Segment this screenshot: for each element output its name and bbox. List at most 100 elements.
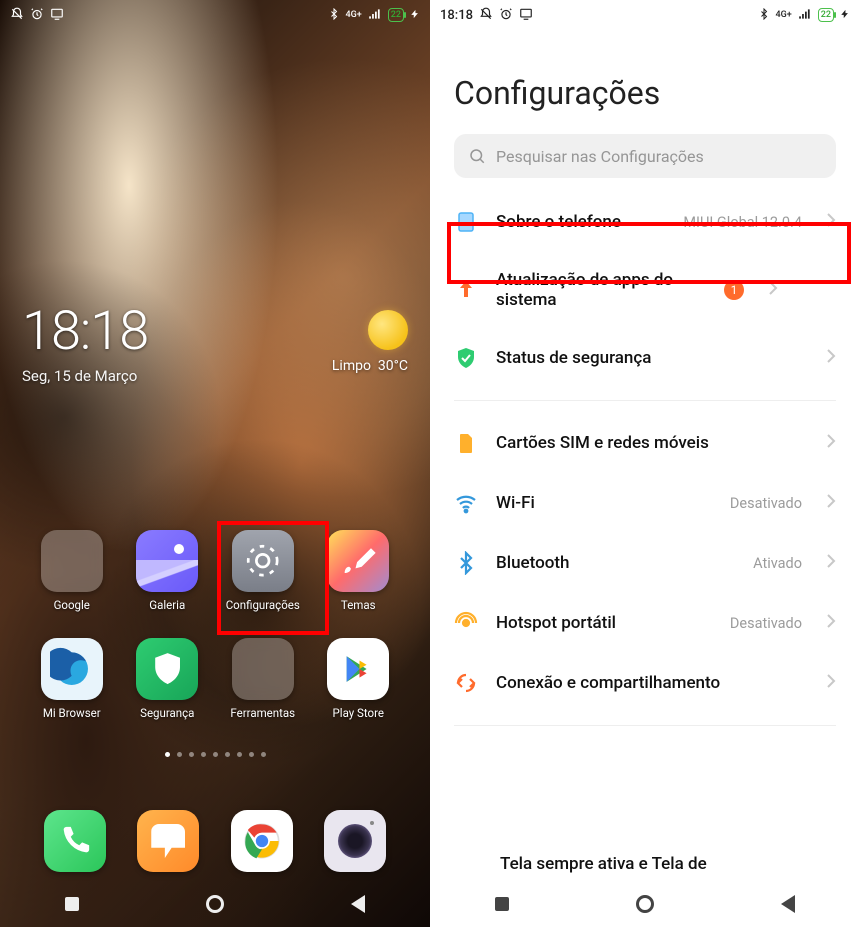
chevron-right-icon: [826, 553, 836, 573]
row-security-status[interactable]: Status de segurança: [440, 328, 850, 388]
page-indicator: [0, 752, 430, 757]
clock-widget[interactable]: 18:18 Seg, 15 de Março: [22, 300, 148, 385]
row-label: Cartões SIM e redes móveis: [496, 433, 802, 453]
nav-back[interactable]: [777, 893, 799, 915]
app-mi-browser[interactable]: Mi Browser: [28, 638, 116, 720]
settings-screen: 18:18 4G+ 22 Configuraçõ: [430, 0, 860, 927]
weather-widget[interactable]: Limpo 30°C: [332, 310, 408, 374]
app-themes[interactable]: Temas: [315, 530, 403, 612]
nav-bar: [430, 881, 860, 927]
cast-icon: [519, 7, 533, 24]
row-hotspot[interactable]: Hotspot portátil Desativado: [440, 593, 850, 653]
battery-icon: 22: [818, 8, 834, 22]
arrow-up-icon: [454, 278, 478, 302]
search-icon: [468, 147, 486, 165]
app-label: Ferramentas: [230, 706, 295, 720]
app-label: Galeria: [149, 598, 185, 612]
status-time: 18:18: [440, 8, 473, 23]
row-about-phone[interactable]: Sobre o telefone MIUI Global 12.0.4: [440, 192, 850, 252]
bluetooth-icon: [328, 8, 340, 23]
app-label: Temas: [341, 598, 376, 612]
wallpaper: [0, 0, 430, 927]
brush-icon: [327, 530, 389, 592]
wifi-icon: [454, 491, 478, 515]
app-settings[interactable]: Configurações: [219, 530, 307, 612]
chevron-right-icon: [826, 493, 836, 513]
shield-icon: [136, 638, 198, 700]
alarm-icon: [499, 7, 513, 24]
gallery-icon: [136, 530, 198, 592]
app-gallery[interactable]: Galeria: [124, 530, 212, 612]
chevron-right-icon: [826, 433, 836, 453]
settings-body[interactable]: Configurações Pesquisar nas Configuraçõe…: [430, 28, 860, 881]
chevron-right-icon: [826, 673, 836, 693]
row-label: Sobre o telefone: [496, 212, 665, 232]
row-label: Conexão e compartilhamento: [496, 673, 802, 693]
chevron-right-icon: [826, 348, 836, 368]
nav-home[interactable]: [634, 893, 656, 915]
app-label: Google: [54, 598, 90, 612]
status-bar: 4G+ 22: [0, 0, 430, 26]
clock-date: Seg, 15 de Março: [22, 367, 148, 385]
charging-icon: [410, 8, 420, 22]
bluetooth-icon: [758, 8, 770, 23]
row-value: MIUI Global 12.0.4: [683, 214, 802, 231]
nav-recents[interactable]: [61, 893, 83, 915]
app-play-store[interactable]: Play Store: [315, 638, 403, 720]
app-label: Configurações: [226, 598, 300, 612]
app-label: Play Store: [333, 706, 384, 720]
page-title: Configurações: [440, 28, 850, 130]
weather-temp: 30°C: [378, 358, 408, 374]
nav-bar: [0, 881, 430, 927]
alarm-icon: [30, 7, 44, 24]
dnd-icon: [479, 7, 493, 24]
gear-icon: [232, 530, 294, 592]
row-always-on-display-partial[interactable]: Tela sempre ativa e Tela de: [430, 847, 860, 881]
status-bar: 18:18 4G+ 22: [430, 0, 860, 26]
clock-time: 18:18: [22, 300, 148, 363]
phone-app-icon[interactable]: [44, 810, 106, 872]
row-label: Wi-Fi: [496, 493, 712, 513]
row-sim[interactable]: Cartões SIM e redes móveis: [440, 413, 850, 473]
search-input[interactable]: Pesquisar nas Configurações: [454, 134, 836, 178]
row-wifi[interactable]: Wi-Fi Desativado: [440, 473, 850, 533]
sun-icon: [368, 310, 408, 350]
row-label: Tela sempre ativa e Tela de: [500, 854, 707, 874]
folder-icon: [232, 638, 294, 700]
divider: [454, 725, 836, 726]
divider: [454, 400, 836, 401]
nav-home[interactable]: [204, 893, 226, 915]
app-tools-folder[interactable]: Ferramentas: [219, 638, 307, 720]
share-icon: [454, 671, 478, 695]
signal-icon: [368, 7, 382, 24]
shield-check-icon: [454, 346, 478, 370]
chrome-app-icon[interactable]: [231, 810, 293, 872]
play-store-icon: [327, 638, 389, 700]
app-security[interactable]: Segurança: [124, 638, 212, 720]
nav-back[interactable]: [347, 893, 369, 915]
signal-icon: [798, 7, 812, 24]
app-label: Segurança: [140, 706, 194, 720]
chevron-right-icon: [768, 280, 778, 300]
app-google-folder[interactable]: Google: [28, 530, 116, 612]
browser-icon: [41, 638, 103, 700]
app-grid: Google Galeria Configurações Temas Mi Br…: [0, 530, 430, 720]
weather-condition: Limpo: [332, 358, 371, 374]
dnd-icon: [10, 7, 24, 24]
hotspot-icon: [454, 611, 478, 635]
app-label: Mi Browser: [43, 706, 101, 720]
row-system-apps-update[interactable]: Atualização de apps do sistema 1: [440, 252, 850, 328]
row-connection-sharing[interactable]: Conexão e compartilhamento: [440, 653, 850, 713]
row-label: Hotspot portátil: [496, 613, 712, 633]
folder-icon: [41, 530, 103, 592]
row-value: Desativado: [730, 495, 802, 512]
camera-app-icon[interactable]: [324, 810, 386, 872]
row-bluetooth[interactable]: Bluetooth Ativado: [440, 533, 850, 593]
bluetooth-icon: [454, 551, 478, 575]
row-label: Atualização de apps do sistema: [496, 270, 706, 310]
messages-app-icon[interactable]: [137, 810, 199, 872]
phone-square-icon: [454, 210, 478, 234]
nav-recents[interactable]: [491, 893, 513, 915]
cast-icon: [50, 7, 64, 24]
sim-icon: [454, 431, 478, 455]
